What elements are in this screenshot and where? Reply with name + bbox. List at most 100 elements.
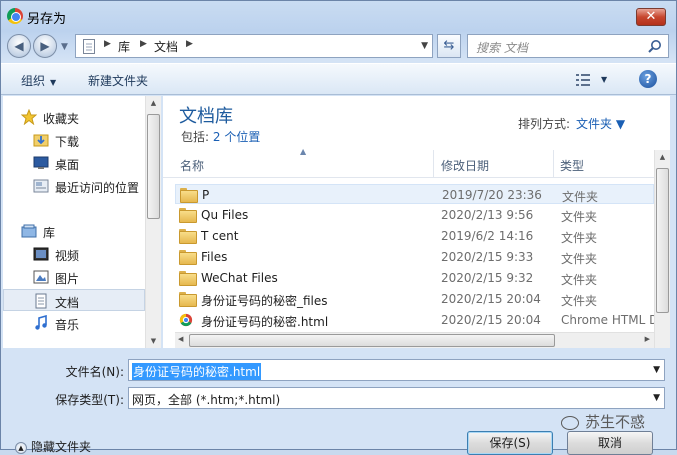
- picture-icon: [33, 270, 49, 284]
- save-as-dialog: 另存为 ✕ ◀ ▶ ▼ ▶ 库 ▶ 文档 ▶ ▼ ⇆ 搜索 文档 组织 ▼ 新建…: [0, 0, 677, 455]
- file-type: 文件夹: [561, 231, 598, 245]
- forward-button[interactable]: ▶: [33, 34, 57, 58]
- column-header-name[interactable]: 名称: [180, 157, 204, 174]
- folder-icon: [179, 250, 197, 265]
- file-name: P: [202, 188, 210, 202]
- search-icon[interactable]: [648, 39, 662, 53]
- breadcrumb-separator-icon[interactable]: ▶: [186, 39, 193, 49]
- refresh-icon: ⇆: [443, 38, 455, 53]
- sidebar-item-libraries[interactable]: 库: [3, 220, 145, 242]
- filetype-select[interactable]: 网页，全部 (*.htm;*.html) ▼: [128, 387, 665, 409]
- close-button[interactable]: ✕: [636, 8, 666, 26]
- title-bar: 另存为 ✕: [1, 1, 676, 31]
- sidebar-item-recent-places[interactable]: 最近访问的位置: [3, 175, 145, 197]
- save-button[interactable]: 保存(S): [467, 431, 553, 455]
- file-type: 文件夹: [561, 294, 598, 308]
- scroll-up-icon[interactable]: ▲: [146, 99, 161, 107]
- file-name: 身份证号码的秘密_files: [201, 294, 328, 308]
- refresh-button[interactable]: ⇆: [437, 34, 461, 58]
- file-date: 2020/2/15 20:04: [441, 313, 541, 327]
- help-button[interactable]: ?: [639, 70, 657, 88]
- back-button[interactable]: ◀: [7, 34, 31, 58]
- library-icon: [21, 224, 37, 238]
- scroll-right-icon[interactable]: ▶: [645, 335, 650, 343]
- file-name: 身份证号码的秘密.html: [201, 315, 329, 329]
- recent-places-icon: [33, 179, 49, 193]
- sort-ascending-icon: ▲: [300, 147, 307, 156]
- scrollbar-thumb[interactable]: [189, 334, 555, 347]
- folder-icon: [180, 188, 198, 203]
- scroll-up-icon[interactable]: ▲: [655, 153, 670, 161]
- arrange-value: 文件夹: [576, 117, 613, 131]
- folder-icon: [179, 208, 197, 223]
- column-header-modified[interactable]: 修改日期: [441, 157, 489, 174]
- sidebar-item-music[interactable]: 音乐: [3, 312, 145, 334]
- wechat-icon: [561, 415, 579, 430]
- column-header-type[interactable]: 类型: [560, 157, 584, 174]
- search-input[interactable]: 搜索 文档: [467, 34, 669, 58]
- file-date: 2020/2/15 9:32: [441, 271, 534, 285]
- sidebar-item-label: 最近访问的位置: [55, 181, 140, 195]
- address-bar[interactable]: ▶ 库 ▶ 文档 ▶ ▼: [75, 34, 433, 58]
- video-icon: [33, 247, 49, 261]
- sidebar-item-desktop[interactable]: 桌面: [3, 152, 145, 174]
- file-row[interactable]: T cent 2019/6/2 14:16 文件夹: [175, 226, 654, 246]
- breadcrumb-separator-icon[interactable]: ▶: [104, 39, 111, 49]
- sidebar-item-label: 库: [43, 226, 56, 240]
- address-dropdown-icon[interactable]: ▼: [421, 41, 428, 51]
- sidebar-item-label: 下载: [55, 135, 80, 149]
- breadcrumb-library[interactable]: 库: [118, 38, 130, 55]
- download-folder-icon: [33, 134, 49, 147]
- organize-menu[interactable]: 组织 ▼: [21, 72, 56, 89]
- file-type: Chrome HTML D: [561, 313, 655, 327]
- file-type: 文件夹: [562, 190, 599, 204]
- chrome-icon: [7, 8, 23, 24]
- command-bar: 组织 ▼ 新建文件夹 ▼ ?: [1, 63, 676, 95]
- file-row[interactable]: Files 2020/2/15 9:33 文件夹: [175, 247, 654, 267]
- file-row[interactable]: WeChat Files 2020/2/15 9:32 文件夹: [175, 268, 654, 288]
- includes-label: 包括:: [181, 130, 210, 144]
- file-row[interactable]: Qu Files 2020/2/13 9:56 文件夹: [175, 205, 654, 225]
- breadcrumb-separator-icon[interactable]: ▶: [140, 39, 147, 49]
- sidebar-item-pictures[interactable]: 图片: [3, 266, 145, 288]
- filename-input[interactable]: 身份证号码的秘密.html ▼: [128, 359, 665, 381]
- chevron-down-icon[interactable]: ▼: [601, 75, 607, 84]
- filename-value: 身份证号码的秘密.html: [132, 363, 262, 380]
- scroll-down-icon[interactable]: ▼: [146, 337, 161, 345]
- chevron-down-icon[interactable]: ▼: [653, 365, 660, 375]
- desktop-icon: [33, 156, 49, 169]
- view-options-icon[interactable]: [576, 73, 592, 87]
- navigation-bar: ◀ ▶ ▼ ▶ 库 ▶ 文档 ▶ ▼ ⇆ 搜索 文档: [1, 31, 676, 61]
- sidebar-item-label: 桌面: [55, 158, 80, 172]
- folder-icon: [179, 229, 197, 244]
- recent-locations-dropdown[interactable]: ▼: [61, 42, 68, 52]
- column-divider[interactable]: [433, 150, 434, 178]
- star-icon: [21, 109, 37, 125]
- chevron-down-icon[interactable]: ▼: [653, 393, 660, 403]
- arrange-by: 排列方式: 文件夹 ▼: [518, 115, 625, 132]
- watermark-text: 苏生不惑: [585, 413, 646, 431]
- cancel-button[interactable]: 取消: [567, 431, 653, 455]
- hide-folders-toggle[interactable]: ▲ 隐藏文件夹: [15, 438, 91, 455]
- scroll-left-icon[interactable]: ◀: [178, 335, 183, 343]
- navigation-scrollbar[interactable]: ▲ ▼: [145, 96, 161, 348]
- sidebar-item-downloads[interactable]: 下载: [3, 129, 145, 151]
- breadcrumb-documents[interactable]: 文档: [154, 38, 178, 55]
- includes-locations-link[interactable]: 2 个位置: [213, 130, 260, 144]
- scrollbar-thumb[interactable]: [656, 168, 669, 313]
- column-divider[interactable]: [553, 150, 554, 178]
- sidebar-item-favorites[interactable]: 收藏夹: [3, 106, 145, 128]
- document-icon: [35, 293, 47, 309]
- arrange-by-dropdown[interactable]: 文件夹 ▼: [576, 117, 625, 131]
- sidebar-item-label: 音乐: [55, 318, 80, 332]
- file-row[interactable]: 身份证号码的秘密.html 2020/2/15 20:04 Chrome HTM…: [175, 310, 655, 330]
- file-row[interactable]: P 2019/7/20 23:36 文件夹: [175, 184, 654, 204]
- file-row[interactable]: 身份证号码的秘密_files 2020/2/15 20:04 文件夹: [175, 289, 654, 309]
- new-folder-button[interactable]: 新建文件夹: [88, 72, 148, 89]
- arrow-left-icon: ◀: [14, 39, 24, 53]
- sidebar-item-documents[interactable]: 文档: [3, 289, 145, 311]
- scrollbar-thumb[interactable]: [147, 114, 160, 219]
- file-list-horizontal-scrollbar[interactable]: ◀ ▶: [175, 332, 654, 348]
- file-list-vertical-scrollbar[interactable]: ▲: [654, 150, 670, 348]
- sidebar-item-videos[interactable]: 视频: [3, 243, 145, 265]
